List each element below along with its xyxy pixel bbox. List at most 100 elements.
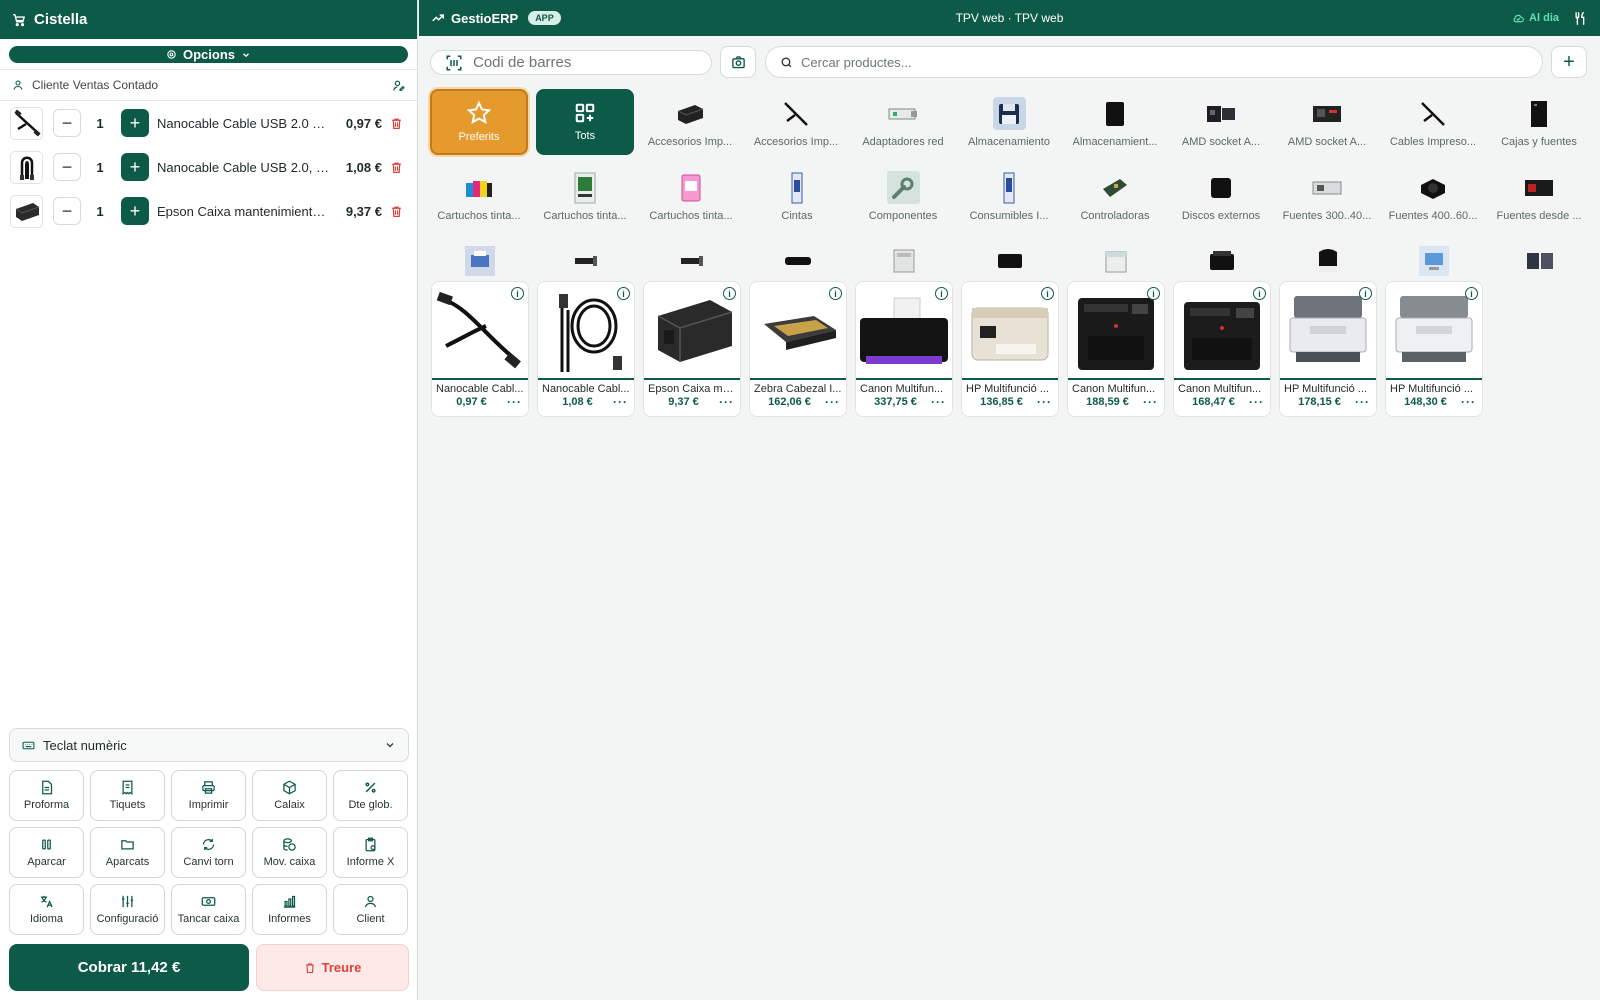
tickets-button[interactable]: Tiquets	[90, 770, 165, 821]
more-options-icon[interactable]: ···	[825, 395, 840, 409]
increase-qty-button[interactable]: +	[121, 109, 149, 137]
category-tile[interactable]: Almacenamient...	[1064, 89, 1166, 155]
category-tile[interactable]: AMD socket A...	[1170, 89, 1272, 155]
all-tile[interactable]: Tots	[536, 89, 634, 155]
increase-qty-button[interactable]: +	[121, 197, 149, 225]
park-button[interactable]: Aparcar	[9, 827, 84, 878]
product-card[interactable]: i HP Multifunció ... 148,30 € ···	[1385, 281, 1483, 417]
info-icon[interactable]: i	[1359, 287, 1372, 300]
subcategory-tile[interactable]	[781, 244, 814, 277]
category-tile[interactable]: Cintas	[746, 163, 848, 229]
product-card[interactable]: i Epson Caixa ma... 9,37 € ···	[643, 281, 741, 417]
add-product-button[interactable]: +	[1551, 46, 1587, 78]
subcategory-tile[interactable]	[569, 244, 602, 277]
reports-button[interactable]: Informes	[252, 884, 327, 935]
numeric-keypad-toggle[interactable]: Teclat numèric	[9, 728, 409, 762]
parked-button[interactable]: Aparcats	[90, 827, 165, 878]
remove-label: Treure	[321, 960, 362, 975]
info-icon[interactable]: i	[1041, 287, 1054, 300]
info-icon[interactable]: i	[829, 287, 842, 300]
info-icon[interactable]: i	[1465, 287, 1478, 300]
subcategory-tile[interactable]	[887, 244, 920, 277]
more-options-icon[interactable]: ···	[1037, 395, 1052, 409]
category-tile[interactable]: AMD socket A...	[1276, 89, 1378, 155]
product-card[interactable]: i Zebra Cabezal I... 162,06 € ···	[749, 281, 847, 417]
subcategory-tile[interactable]	[463, 244, 496, 277]
subcategory-tile[interactable]	[675, 244, 708, 277]
subcategory-tile[interactable]	[1099, 244, 1132, 277]
info-icon[interactable]: i	[617, 287, 630, 300]
category-tile[interactable]: Discos externos	[1170, 163, 1272, 229]
x-report-button[interactable]: Informe X	[333, 827, 408, 878]
drawer-button[interactable]: Calaix	[252, 770, 327, 821]
product-card[interactable]: i Nanocable Cabl... 1,08 € ···	[537, 281, 635, 417]
category-tile[interactable]: Adaptadores red	[852, 89, 954, 155]
print-button[interactable]: Imprimir	[171, 770, 246, 821]
more-options-icon[interactable]: ···	[507, 395, 522, 409]
trash-icon[interactable]	[390, 205, 403, 218]
info-icon[interactable]: i	[935, 287, 948, 300]
charge-button[interactable]: Cobrar 11,42 €	[9, 944, 249, 991]
category-tile[interactable]: Accesorios Imp...	[639, 89, 741, 155]
category-tile[interactable]: Accesorios Imp...	[745, 89, 847, 155]
decrease-qty-button[interactable]: −	[53, 109, 81, 137]
more-options-icon[interactable]: ···	[719, 395, 734, 409]
category-tile[interactable]: Cartuchos tinta...	[640, 163, 742, 229]
category-tile[interactable]: Controladoras	[1064, 163, 1166, 229]
utensils-icon[interactable]	[1573, 11, 1588, 26]
category-tile[interactable]: Cajas y fuentes	[1488, 89, 1590, 155]
camera-button[interactable]	[720, 46, 756, 78]
trash-icon[interactable]	[390, 161, 403, 174]
category-tile[interactable]: Cartuchos tinta...	[428, 163, 530, 229]
subcategory-tile[interactable]	[993, 244, 1026, 277]
more-options-icon[interactable]: ···	[613, 395, 628, 409]
category-tile[interactable]: Cables Impreso...	[1382, 89, 1484, 155]
product-card[interactable]: i Canon Multifun... 168,47 € ···	[1173, 281, 1271, 417]
subcategory-tile[interactable]	[1311, 244, 1344, 277]
more-options-icon[interactable]: ···	[931, 395, 946, 409]
category-tile[interactable]: Fuentes 300..40...	[1276, 163, 1378, 229]
close-register-button[interactable]: Tancar caixa	[171, 884, 246, 935]
category-tile[interactable]: Almacenamiento	[958, 89, 1060, 155]
info-icon[interactable]: i	[511, 287, 524, 300]
category-tile[interactable]: Fuentes desde ...	[1488, 163, 1590, 229]
cash-movement-button[interactable]: Mov. caixa	[252, 827, 327, 878]
product-search-input[interactable]: Cercar productes...	[765, 46, 1543, 78]
category-tile[interactable]: Consumibles I...	[958, 163, 1060, 229]
trash-icon[interactable]	[390, 117, 403, 130]
more-options-icon[interactable]: ···	[1249, 395, 1264, 409]
language-button[interactable]: Idioma	[9, 884, 84, 935]
increase-qty-button[interactable]: +	[121, 153, 149, 181]
more-options-icon[interactable]: ···	[1355, 395, 1370, 409]
action-grid: Proforma Tiquets Imprimir Calaix Dte glo…	[9, 770, 411, 935]
subcategory-tile[interactable]	[1523, 244, 1556, 277]
subcategory-tile[interactable]	[1205, 244, 1238, 277]
product-card[interactable]: i Nanocable Cabl... 0,97 € ···	[431, 281, 529, 417]
info-icon[interactable]: i	[1253, 287, 1266, 300]
remove-button[interactable]: Treure	[256, 944, 409, 991]
category-tile[interactable]: Componentes	[852, 163, 954, 229]
global-discount-button[interactable]: Dte glob.	[333, 770, 408, 821]
info-icon[interactable]: i	[1147, 287, 1160, 300]
options-button[interactable]: Opcions	[9, 46, 408, 63]
decrease-qty-button[interactable]: −	[53, 153, 81, 181]
more-options-icon[interactable]: ···	[1143, 395, 1158, 409]
user-edit-icon[interactable]	[392, 79, 405, 92]
info-icon[interactable]: i	[723, 287, 736, 300]
product-card[interactable]: i HP Multifunció ... 136,85 € ···	[961, 281, 1059, 417]
category-tile[interactable]: Cartuchos tinta...	[534, 163, 636, 229]
decrease-qty-button[interactable]: −	[53, 197, 81, 225]
product-card[interactable]: i Canon Multifun... 337,75 € ···	[855, 281, 953, 417]
barcode-input[interactable]: Codi de barres	[430, 50, 712, 75]
client-button[interactable]: Client	[333, 884, 408, 935]
settings-button[interactable]: Configuració	[90, 884, 165, 935]
product-card[interactable]: i HP Multifunció ... 178,15 € ···	[1279, 281, 1377, 417]
subcategory-tile[interactable]	[1417, 244, 1450, 277]
shift-change-button[interactable]: Canvi torn	[171, 827, 246, 878]
favorites-tile[interactable]: Preferits	[430, 89, 528, 155]
category-tile[interactable]: Fuentes 400..60...	[1382, 163, 1484, 229]
product-card[interactable]: i Canon Multifun... 188,59 € ···	[1067, 281, 1165, 417]
customer-selector[interactable]: Cliente Ventas Contado	[0, 69, 417, 101]
more-options-icon[interactable]: ···	[1461, 395, 1476, 409]
proforma-button[interactable]: Proforma	[9, 770, 84, 821]
